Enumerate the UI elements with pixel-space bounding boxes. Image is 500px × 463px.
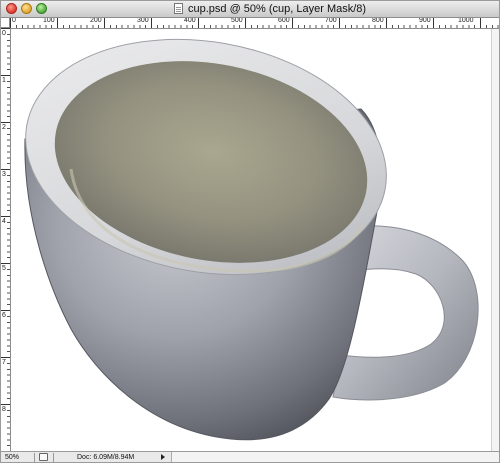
ruler-label: 3 [2,171,6,178]
ruler-label: 700 [325,18,337,24]
status-menu-arrow-icon[interactable] [158,453,167,462]
ruler-label: 5 [2,265,6,272]
vertical-ruler[interactable]: 0 1 2 3 4 5 6 7 8 [1,28,11,451]
ruler-origin[interactable] [1,18,10,28]
close-button[interactable] [6,3,17,14]
status-bar: 50% Doc: 6.09M/8.94M [1,451,499,462]
zoom-level[interactable]: 50% [5,452,31,462]
window-title: cup.psd @ 50% (cup, Layer Mask/8) [188,3,367,15]
ruler-ticks [1,28,10,451]
zoom-button[interactable] [36,3,47,14]
ruler-label: 8 [2,406,6,413]
ruler-label: 400 [184,18,196,24]
ruler-label: 7 [2,359,6,366]
ruler-label: 0 [2,30,6,37]
ruler-label: 900 [419,18,431,24]
ruler-label: 200 [90,18,102,24]
status-divider [53,453,54,462]
status-icon[interactable] [39,453,48,461]
cup-image [24,38,479,441]
status-divider [34,453,35,462]
ruler-label: 600 [278,18,290,24]
document-info: Doc: 6.09M/8.94M [77,454,135,461]
ruler-label: 0 [12,18,16,24]
ruler-label: 6 [2,312,6,319]
ruler-label: 4 [2,218,6,225]
title-bar[interactable]: cup.psd @ 50% (cup, Layer Mask/8) [1,1,499,18]
ruler-label: 100 [43,18,55,24]
minimize-button[interactable] [21,3,32,14]
ruler-label: 1000 [458,18,474,24]
vertical-scrollbar[interactable] [491,29,499,451]
ruler-label: 500 [231,18,243,24]
document-canvas[interactable] [11,29,499,451]
document-icon [174,3,183,14]
ruler-label: 1 [2,77,6,84]
horizontal-scrollbar[interactable] [171,452,499,462]
ruler-label: 800 [372,18,384,24]
document-window: cup.psd @ 50% (cup, Layer Mask/8) 0 100 … [0,0,500,463]
ruler-label: 2 [2,124,6,131]
horizontal-ruler[interactable]: 0 100 200 300 400 500 600 700 800 900 10… [10,18,499,29]
ruler-label: 300 [137,18,149,24]
